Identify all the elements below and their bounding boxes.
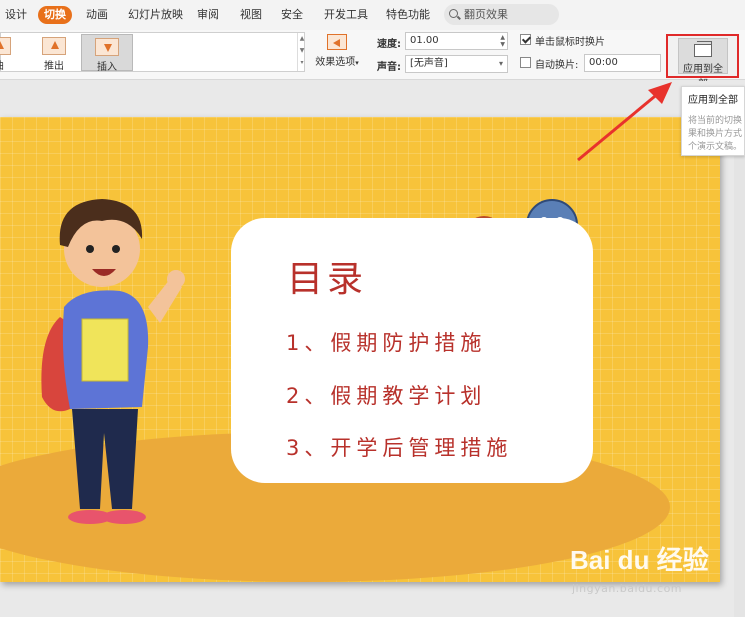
transition-label: 曲 — [0, 61, 4, 72]
vertical-scrollbar[interactable] — [734, 150, 745, 617]
speed-spinner-icon[interactable]: ▲ ▼ — [500, 34, 505, 48]
gallery-scroll[interactable]: ▲ ▼ ▾ — [297, 33, 306, 71]
transition-push[interactable]: 推出 — [34, 34, 74, 72]
baidu-watermark: Bai du 经验 — [570, 545, 709, 575]
transition-label: 插入 — [97, 62, 117, 73]
effect-options-icon — [327, 34, 347, 50]
search-input[interactable]: 翻页效果 — [444, 4, 559, 25]
auto-advance-value: 00:00 — [589, 57, 618, 68]
menu-security[interactable]: 安全 — [281, 6, 303, 24]
tooltip-line-1: 将当前的切换 — [688, 116, 743, 126]
transition-push-icon — [42, 37, 66, 55]
menu-developer[interactable]: 开发工具 — [324, 6, 368, 24]
auto-advance-label: 自动换片: — [535, 60, 579, 71]
apply-to-all-button[interactable]: 应用到全部 — [678, 38, 728, 90]
presentation-app: 设计 切换 动画 幻灯片放映 审阅 视图 安全 开发工具 特色功能 翻页效果 曲… — [0, 0, 745, 617]
toc-item-1: 1、假期防护措施 — [286, 331, 487, 355]
auto-advance-checkbox[interactable] — [520, 57, 531, 68]
chevron-down-icon: ▾ — [498, 59, 503, 68]
speed-label: 速度: — [377, 39, 401, 50]
sound-label: 声音: — [377, 62, 401, 73]
toc-card: 目录 1、假期防护措施 2、假期教学计划 3、开学后管理措施 — [231, 218, 593, 483]
watermark-url: jingyan.baidu.com — [572, 582, 683, 595]
tooltip-line-2: 果和换片方式 — [688, 129, 743, 139]
ribbon-toolbar: 曲 推出 插入 ▲▼▾ 效果选项▾ 速度: 01.00 ▲▼ 声音: [无声音]… — [0, 30, 745, 90]
menu-special-features[interactable]: 特色功能 — [386, 6, 430, 24]
menu-transitions[interactable]: 切换 — [38, 6, 72, 24]
menu-slideshow[interactable]: 幻灯片放映 — [128, 6, 183, 24]
transition-label: 推出 — [44, 61, 64, 72]
apply-all-tooltip: 应用到全部 将当前的切换 果和换片方式 个演示文稿。 — [681, 86, 745, 156]
menu-animation[interactable]: 动画 — [86, 6, 108, 24]
search-placeholder: 翻页效果 — [464, 8, 508, 21]
transition-insert-icon — [95, 38, 119, 56]
tooltip-line-3: 个演示文稿。 — [688, 142, 743, 152]
apply-all-icon — [694, 41, 712, 57]
auto-advance-time[interactable]: 00:00 — [584, 54, 661, 72]
effect-options-button[interactable]: 效果选项▾ — [312, 32, 362, 72]
transition-insert[interactable]: 插入 — [81, 34, 133, 73]
on-click-label: 单击鼠标时换片 — [535, 37, 605, 48]
transition-gallery: 曲 推出 插入 ▲▼▾ — [0, 32, 306, 73]
slide-canvas[interactable]: 目录 1、假期防护措施 2、假期教学计划 3、开学后管理措施 — [0, 117, 720, 582]
transition-thumb-icon — [0, 37, 11, 55]
menu-review[interactable]: 审阅 — [197, 6, 219, 24]
slide-title: 目录 — [287, 259, 368, 300]
transition-curve[interactable]: 曲 — [0, 34, 19, 72]
sound-value: [无声音] — [410, 58, 448, 69]
speed-value: 01.00 — [410, 35, 439, 46]
menu-view[interactable]: 视图 — [240, 6, 262, 24]
on-click-checkbox[interactable] — [520, 34, 531, 45]
apply-to-all-highlight: 应用到全部 — [666, 34, 739, 90]
sound-select[interactable]: [无声音] ▾ — [405, 55, 508, 73]
menu-bar: 设计 切换 动画 幻灯片放映 审阅 视图 安全 开发工具 特色功能 翻页效果 — [0, 0, 745, 30]
search-icon — [449, 9, 458, 18]
tooltip-title: 应用到全部 — [688, 95, 738, 106]
toc-item-3: 3、开学后管理措施 — [286, 436, 513, 460]
menu-design[interactable]: 设计 — [5, 6, 27, 24]
effect-options-label: 效果选项 — [315, 57, 356, 68]
speed-field[interactable]: 01.00 ▲ ▼ — [405, 32, 508, 50]
toc-item-2: 2、假期教学计划 — [286, 384, 487, 408]
student-illustration — [41, 199, 185, 524]
